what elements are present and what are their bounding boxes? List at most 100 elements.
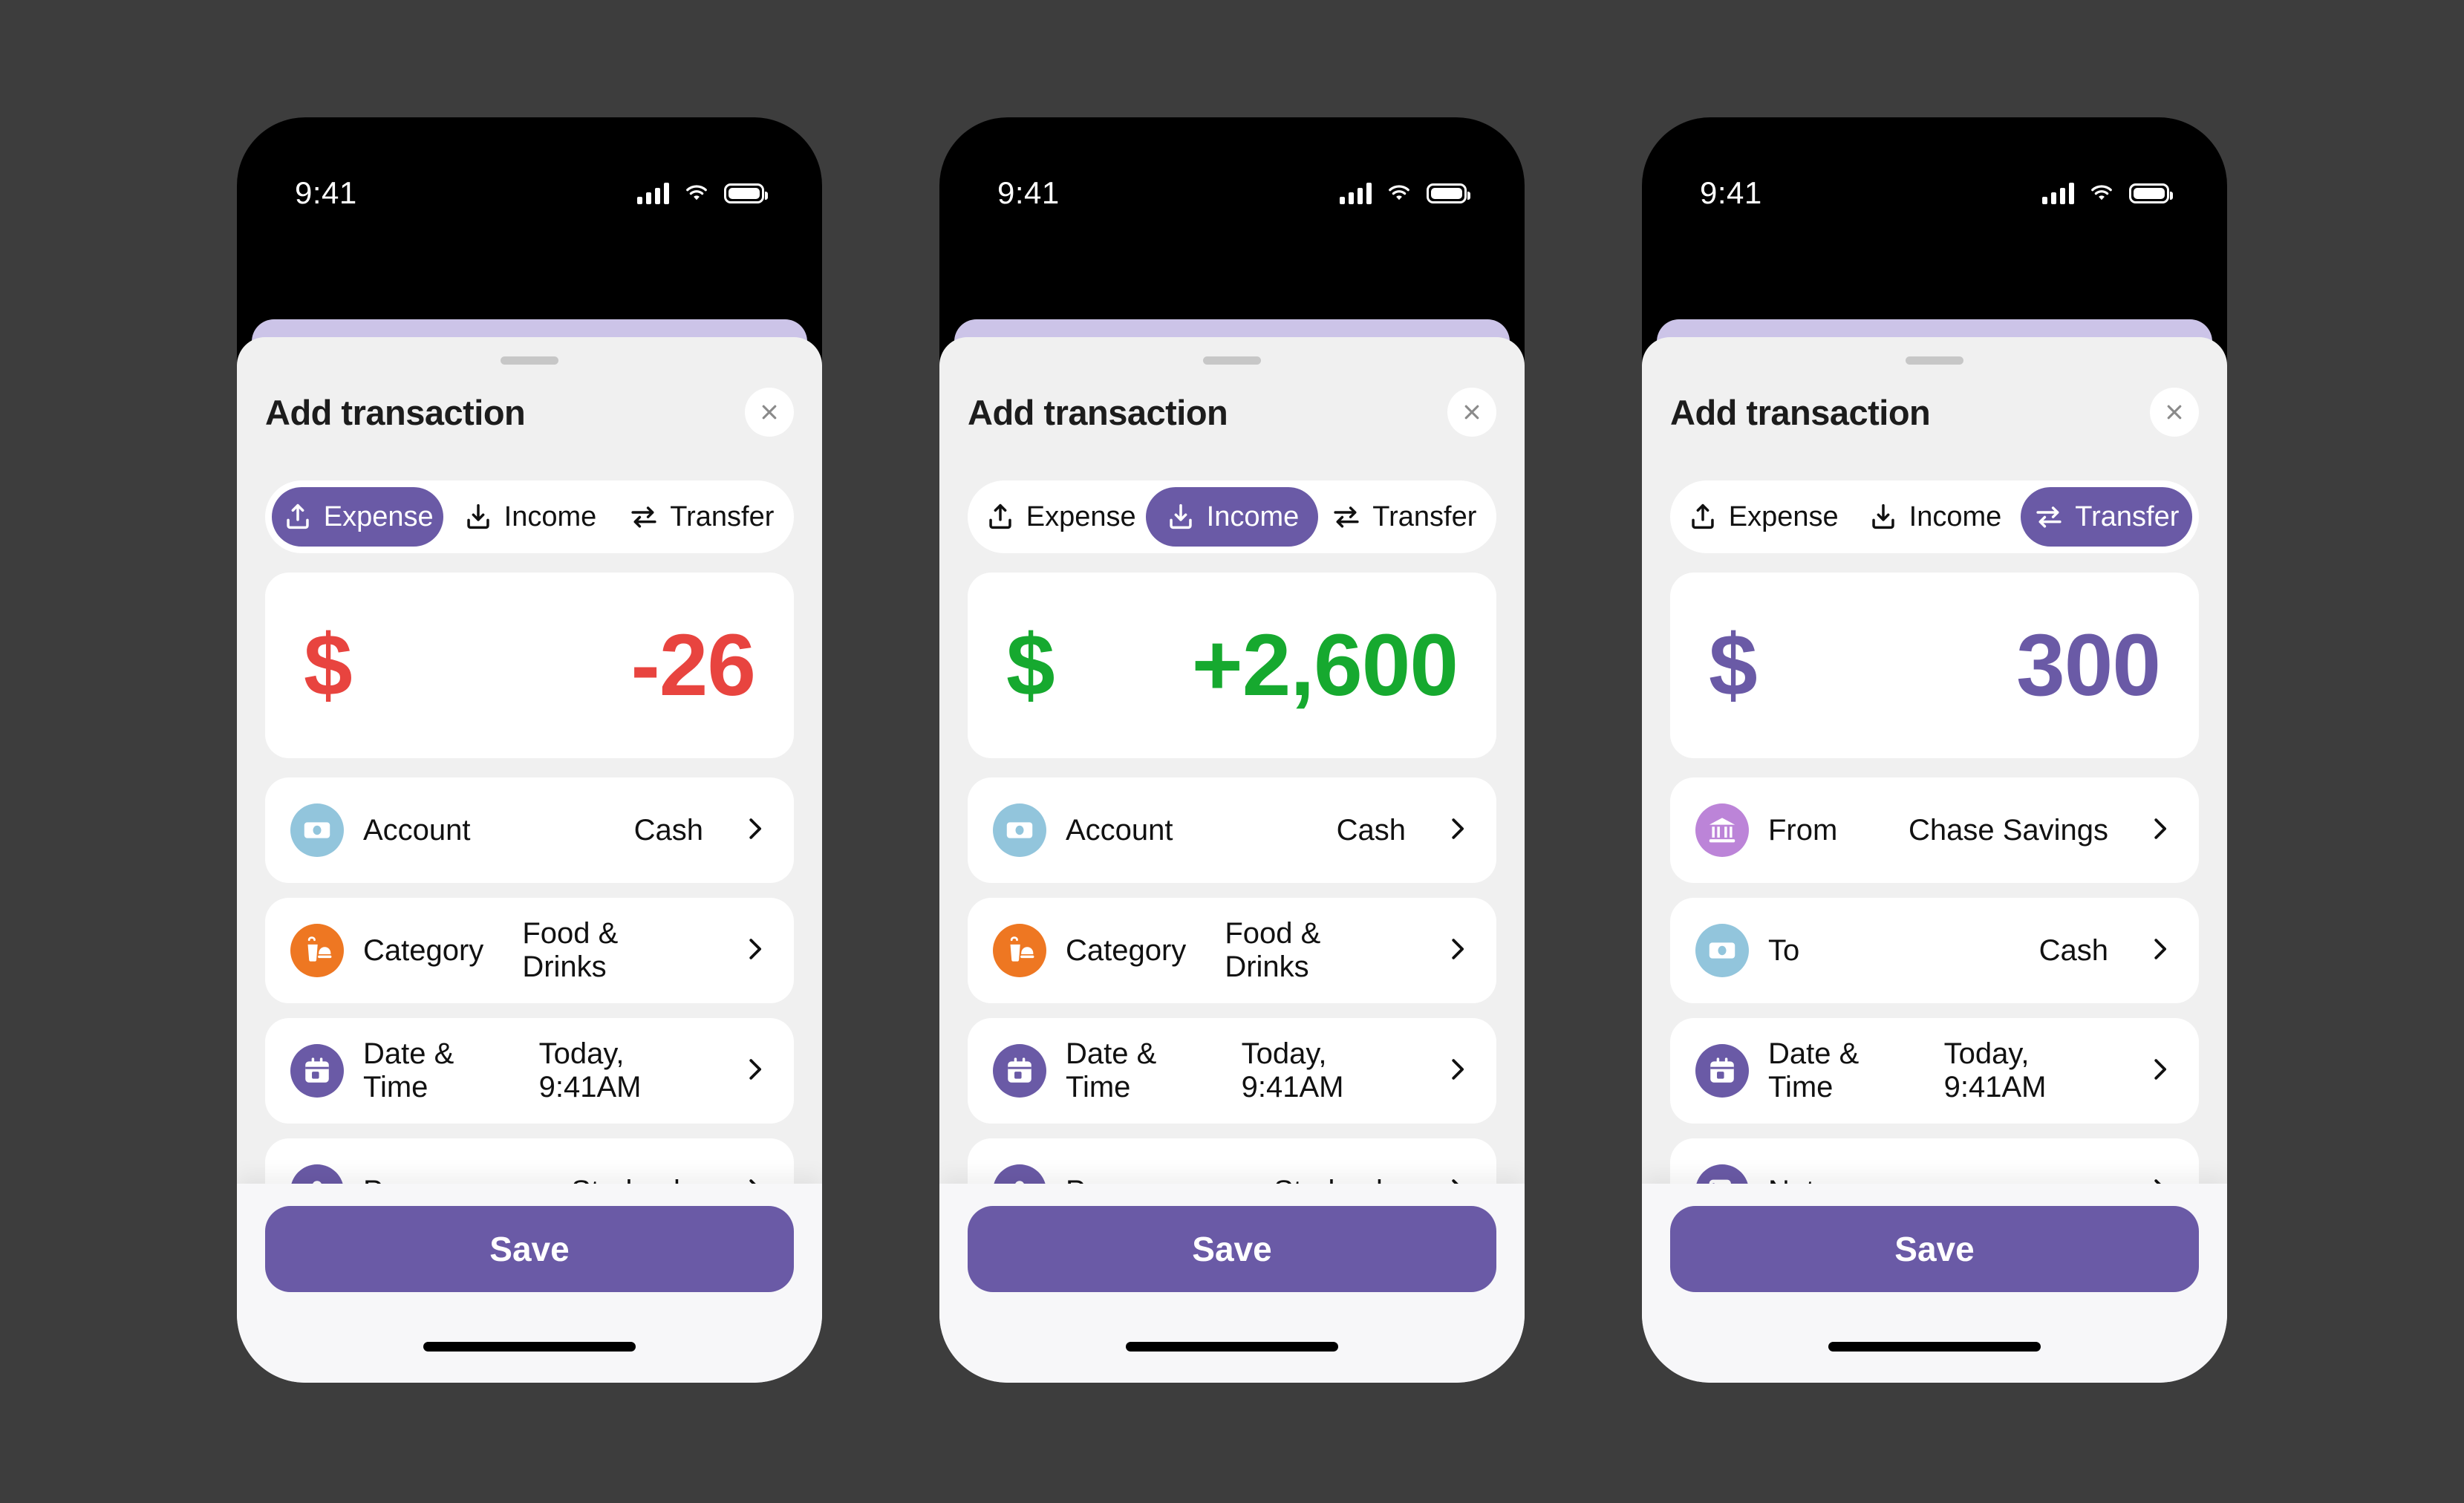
detail-row[interactable]: Category Food & Drinks xyxy=(265,898,794,1003)
currency-symbol: $ xyxy=(304,616,353,714)
status-clock: 9:41 xyxy=(997,175,1060,210)
drag-handle[interactable] xyxy=(501,356,558,365)
close-button[interactable] xyxy=(745,388,794,437)
page-title: Add transaction xyxy=(265,392,526,432)
drag-handle[interactable] xyxy=(1203,356,1261,365)
phone-income: 9:41 Add transaction Expense Income Tran… xyxy=(939,117,1525,1383)
close-icon xyxy=(1459,400,1484,425)
page-title: Add transaction xyxy=(1670,392,1931,432)
download-arrow-icon xyxy=(1165,501,1196,532)
save-button[interactable]: Save xyxy=(1670,1206,2199,1292)
close-button[interactable] xyxy=(2150,388,2199,437)
status-icons xyxy=(2042,182,2173,204)
close-icon xyxy=(757,400,782,425)
save-button[interactable]: Save xyxy=(265,1206,794,1292)
chevron-right-icon xyxy=(1443,1055,1471,1087)
row-value: Today, 9:41AM xyxy=(538,1037,642,1103)
detail-row[interactable]: Date & Time Today, 9:41AM xyxy=(968,1018,1496,1124)
cellular-signal-icon xyxy=(2042,182,2074,204)
sheet-header: Add transaction xyxy=(939,365,1525,442)
tab-transfer[interactable]: Transfer xyxy=(616,487,787,547)
download-arrow-icon xyxy=(1868,501,1899,532)
detail-row[interactable]: Category Food & Drinks xyxy=(968,898,1496,1003)
banknote-icon xyxy=(290,803,344,857)
home-indicator xyxy=(423,1342,636,1352)
amount-display[interactable]: $ 300 xyxy=(1670,573,2199,758)
tab-label: Expense xyxy=(1728,501,1839,532)
chevron-right-icon xyxy=(740,815,769,847)
transaction-type-tabs: Expense Income Transfer xyxy=(265,480,794,553)
tab-expense[interactable]: Expense xyxy=(272,487,444,547)
save-button[interactable]: Save xyxy=(968,1206,1496,1292)
transfer-arrows-icon xyxy=(2033,501,2064,532)
calendar-icon xyxy=(1695,1044,1749,1098)
row-value: Cash xyxy=(633,813,703,847)
status-clock: 9:41 xyxy=(1700,175,1762,210)
chevron-right-icon xyxy=(2145,815,2174,847)
phone-expense: 9:41 Add transaction Expense Income Tran… xyxy=(237,117,822,1383)
cellular-signal-icon xyxy=(637,182,669,204)
close-button[interactable] xyxy=(1447,388,1496,437)
transfer-arrows-icon xyxy=(1331,501,1362,532)
status-clock: 9:41 xyxy=(295,175,357,210)
upload-arrow-icon xyxy=(985,501,1016,532)
detail-row[interactable]: To Cash xyxy=(1670,898,2199,1003)
amount-display[interactable]: $ +2,600 xyxy=(968,573,1496,758)
download-arrow-icon xyxy=(463,501,494,532)
sheet-header: Add transaction xyxy=(1642,365,2227,442)
drag-handle[interactable] xyxy=(1906,356,1963,365)
row-value: Today, 9:41AM xyxy=(1943,1037,2047,1103)
tab-label: Transfer xyxy=(670,501,775,532)
tab-label: Income xyxy=(1909,501,2002,532)
tab-expense[interactable]: Expense xyxy=(1677,487,1848,547)
amount-value: 300 xyxy=(2016,616,2161,714)
battery-icon xyxy=(1427,183,1470,203)
battery-icon xyxy=(2129,183,2173,203)
row-value: Cash xyxy=(1336,813,1406,847)
tab-income[interactable]: Income xyxy=(1848,487,2020,547)
detail-row[interactable]: Account Cash xyxy=(265,777,794,883)
calendar-icon xyxy=(290,1044,344,1098)
amount-value: +2,600 xyxy=(1191,616,1458,714)
add-transaction-sheet: Add transaction Expense Income Transfer … xyxy=(1642,337,2227,1383)
tab-income[interactable]: Income xyxy=(443,487,615,547)
currency-symbol: $ xyxy=(1709,616,1758,714)
row-label: Category xyxy=(1066,933,1187,967)
banknote-icon xyxy=(1695,924,1749,977)
row-value: Cash xyxy=(2038,933,2108,967)
tab-income[interactable]: Income xyxy=(1146,487,1318,547)
chevron-right-icon xyxy=(740,1055,769,1087)
tab-label: Expense xyxy=(323,501,434,532)
transfer-arrows-icon xyxy=(628,501,659,532)
tab-transfer[interactable]: Transfer xyxy=(2020,487,2192,547)
row-label: Category xyxy=(363,933,484,967)
row-label: Date & Time xyxy=(1066,1037,1157,1103)
upload-arrow-icon xyxy=(282,501,313,532)
food-drink-icon xyxy=(290,924,344,977)
close-icon xyxy=(2162,400,2187,425)
sheet-header: Add transaction xyxy=(237,365,822,442)
row-label: Account xyxy=(363,813,471,847)
chevron-right-icon xyxy=(2145,935,2174,967)
battery-icon xyxy=(724,183,768,203)
home-indicator xyxy=(1828,1342,2041,1352)
row-label: Date & Time xyxy=(363,1037,454,1103)
tab-transfer[interactable]: Transfer xyxy=(1318,487,1490,547)
amount-value: -26 xyxy=(630,616,756,714)
row-label: From xyxy=(1768,813,1838,847)
phone-transfer: 9:41 Add transaction Expense Income Tran… xyxy=(1642,117,2227,1383)
detail-row[interactable]: Date & Time Today, 9:41AM xyxy=(1670,1018,2199,1124)
tab-expense[interactable]: Expense xyxy=(974,487,1146,547)
chevron-right-icon xyxy=(740,935,769,967)
banknote-icon xyxy=(993,803,1046,857)
cellular-signal-icon xyxy=(1340,182,1372,204)
detail-row[interactable]: Account Cash xyxy=(968,777,1496,883)
row-value: Food & Drinks xyxy=(522,917,619,983)
currency-symbol: $ xyxy=(1006,616,1055,714)
detail-row[interactable]: From Chase Savings xyxy=(1670,777,2199,883)
amount-display[interactable]: $ -26 xyxy=(265,573,794,758)
add-transaction-sheet: Add transaction Expense Income Transfer … xyxy=(939,337,1525,1383)
detail-row[interactable]: Date & Time Today, 9:41AM xyxy=(265,1018,794,1124)
bank-icon xyxy=(1695,803,1749,857)
wifi-icon xyxy=(1385,182,1413,204)
